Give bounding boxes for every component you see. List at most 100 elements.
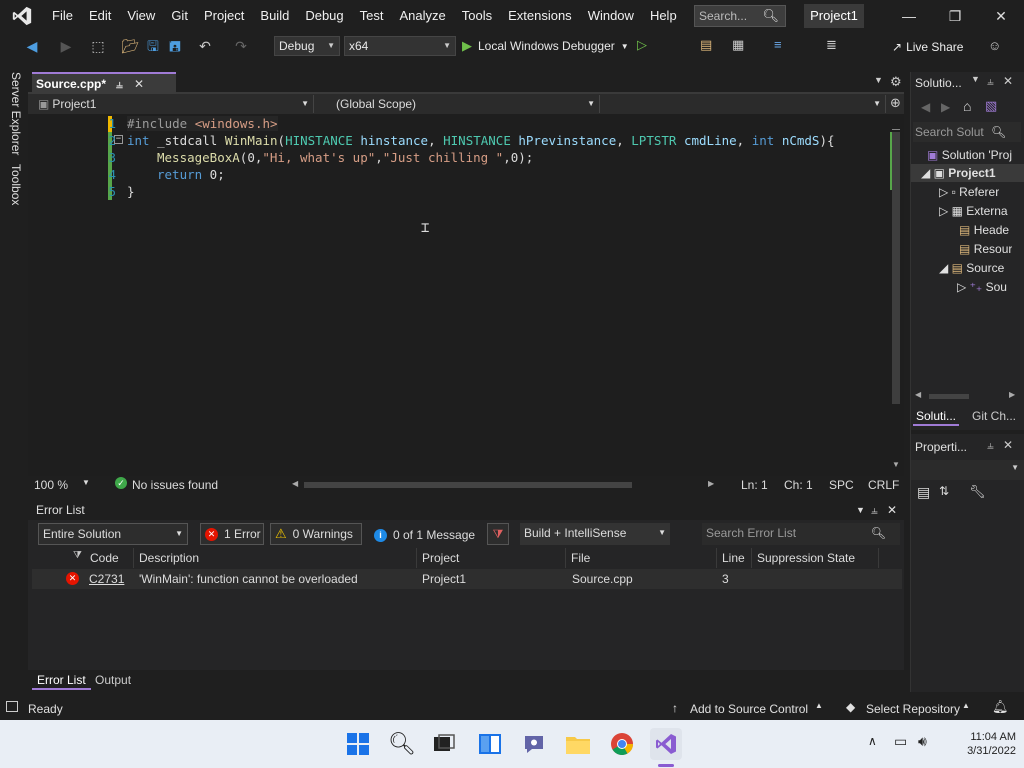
save-icon[interactable]: 🖫︎ [144,36,162,56]
scope-dropdown[interactable]: (Global Scope) ▼ [318,95,600,113]
column-indicator[interactable]: Ch: 1 [784,478,813,492]
breakpoint-icon[interactable]: ≡ [774,37,782,52]
widgets-icon[interactable] [474,728,506,760]
tab-git-changes[interactable]: Git Ch... [969,406,1019,426]
switch-views-icon[interactable]: ▧ [985,98,997,114]
pin-icon[interactable]: ⫨ [987,438,994,453]
platform-select[interactable]: x64 ▼ [344,36,456,56]
comment-icon[interactable]: ≣ [826,37,837,53]
clock[interactable]: 11:04 AM 3/31/2022 [946,730,1016,758]
network-icon[interactable]: ▭ [894,733,907,750]
output-window-icon[interactable] [6,701,18,712]
pin-icon[interactable]: ⫨ [871,500,878,520]
layout-icon[interactable]: ▦ [732,37,744,53]
chrome-icon[interactable] [606,728,638,760]
pin-icon[interactable]: ⫨ [987,74,994,89]
messages-filter-button[interactable]: i 0 of 1 Message [374,525,475,545]
chevron-down-icon[interactable]: ▼ [971,74,980,84]
tree-external[interactable]: ▷ ▦ Externa [939,204,1008,218]
menu-extensions[interactable]: Extensions [500,0,580,32]
code-editor[interactable]: − 1 2 3 4 5 #include <windows.h> int _st… [28,114,888,476]
column-header-project[interactable]: Project [418,548,566,568]
split-icon[interactable]: ⊕ [890,95,901,111]
live-share-button[interactable]: ↗ Live Share [892,38,963,56]
add-to-source-control[interactable]: Add to Source Control [690,702,808,716]
issues-status[interactable]: No issues found [132,478,218,492]
tab-overflow-icon[interactable]: ▼ [874,75,883,85]
line-indicator[interactable]: Ln: 1 [741,478,768,492]
scroll-left-icon[interactable]: ◀ [292,479,298,488]
property-pages-icon[interactable]: 🔧︎ [969,484,986,500]
member-dropdown[interactable]: ▼ [604,95,886,113]
scroll-right-icon[interactable]: ▶ [708,479,714,488]
search-input[interactable]: Search... 🔍︎ [694,5,786,27]
chevron-up-icon[interactable]: ∧ [868,734,877,748]
tree-source-file[interactable]: ▷ ⁺₊ Sou [957,280,1007,294]
column-header-suppression[interactable]: Suppression State [753,548,879,568]
tab-output[interactable]: Output [90,670,136,690]
solution-search-input[interactable]: Search Solut 🔍︎ [913,122,1021,142]
feedback-icon[interactable]: ☺ [988,38,1001,53]
tab-solution-explorer[interactable]: Soluti... [913,406,960,426]
pin-icon[interactable]: ⫨ [116,74,123,94]
tree-project1[interactable]: ◢ ▣ Project1 [921,166,996,180]
visual-studio-taskbar-icon[interactable] [650,728,682,760]
error-search-input[interactable]: Search Error List 🔍︎ [702,523,900,545]
run-debugger-button[interactable]: ▶ Local Windows Debugger ▼ [462,36,629,56]
menu-file[interactable]: File [44,0,81,32]
tree-source[interactable]: ◢ ▤ Source [939,261,1004,275]
scroll-thumb[interactable] [929,394,969,399]
build-filter-select[interactable]: Build + IntelliSense ▼ [520,523,670,545]
sort-filter-icon[interactable]: ⧩ [73,550,82,561]
windows-start-icon[interactable] [342,728,374,760]
menu-view[interactable]: View [119,0,163,32]
notifications-bell-icon[interactable]: 🔔︎ [992,699,1009,715]
whitespace-indicator[interactable]: SPC [829,478,854,492]
forward-icon[interactable]: ▶ [56,36,76,56]
scroll-down-icon[interactable]: ▼ [892,460,900,469]
tree-resources[interactable]: ▤ Resour [959,242,1012,256]
home-icon[interactable]: ⌂ [963,98,971,114]
task-view-icon[interactable] [428,728,460,760]
chevron-down-icon[interactable]: ▼ [856,500,865,520]
menu-project[interactable]: Project [196,0,252,32]
menu-help[interactable]: Help [642,0,685,32]
close-window-button[interactable]: ✕ [978,0,1024,32]
warnings-filter-button[interactable]: ⚠ 0 Warnings [270,523,362,545]
properties-object-select[interactable]: ▼ [911,460,1024,480]
scroll-left-icon[interactable]: ◀ [915,390,921,399]
menu-window[interactable]: Window [580,0,642,32]
menu-build[interactable]: Build [252,0,297,32]
solution-horizontal-scrollbar[interactable]: ◀ ▶ [915,390,1021,402]
tree-references[interactable]: ▷ ▫ Referer [939,185,999,199]
close-panel-icon[interactable]: ✕ [1003,438,1013,452]
menu-git[interactable]: Git [163,0,196,32]
volume-icon[interactable]: 🔊︎ [918,733,927,750]
configuration-select[interactable]: Debug ▼ [274,36,340,56]
errors-filter-button[interactable]: ✕ 1 Error [200,523,264,545]
redo-icon[interactable]: ↷ [232,36,250,56]
scope-select[interactable]: Entire Solution ▼ [38,523,188,545]
start-without-debugging-icon[interactable]: ▷ [637,37,647,53]
zoom-level[interactable]: 100 % [34,478,68,492]
save-all-icon[interactable]: 🖪︎ [166,36,184,56]
open-folder-icon[interactable]: 📂︎ [120,36,140,56]
horizontal-scroll-thumb[interactable] [304,482,632,488]
menu-debug[interactable]: Debug [297,0,351,32]
teams-chat-icon[interactable] [518,728,550,760]
undo-icon[interactable]: ↶ [196,36,214,56]
categorized-icon[interactable]: ▤ [917,484,930,501]
scroll-thumb[interactable] [892,132,900,404]
column-header-line[interactable]: Line [718,548,752,568]
tree-headers[interactable]: ▤ Heade [959,223,1009,237]
menu-test[interactable]: Test [352,0,392,32]
maximize-button[interactable]: ❐ [932,0,978,32]
close-panel-icon[interactable]: ✕ [887,500,897,520]
close-panel-icon[interactable]: ✕ [1003,74,1013,88]
menu-analyze[interactable]: Analyze [391,0,453,32]
chevron-down-icon[interactable]: ▼ [82,478,90,487]
line-ending-indicator[interactable]: CRLF [868,478,899,492]
new-project-icon[interactable]: ⬚ [88,36,108,56]
column-header-description[interactable]: Description [135,548,417,568]
back-icon[interactable]: ◀ [921,100,930,114]
